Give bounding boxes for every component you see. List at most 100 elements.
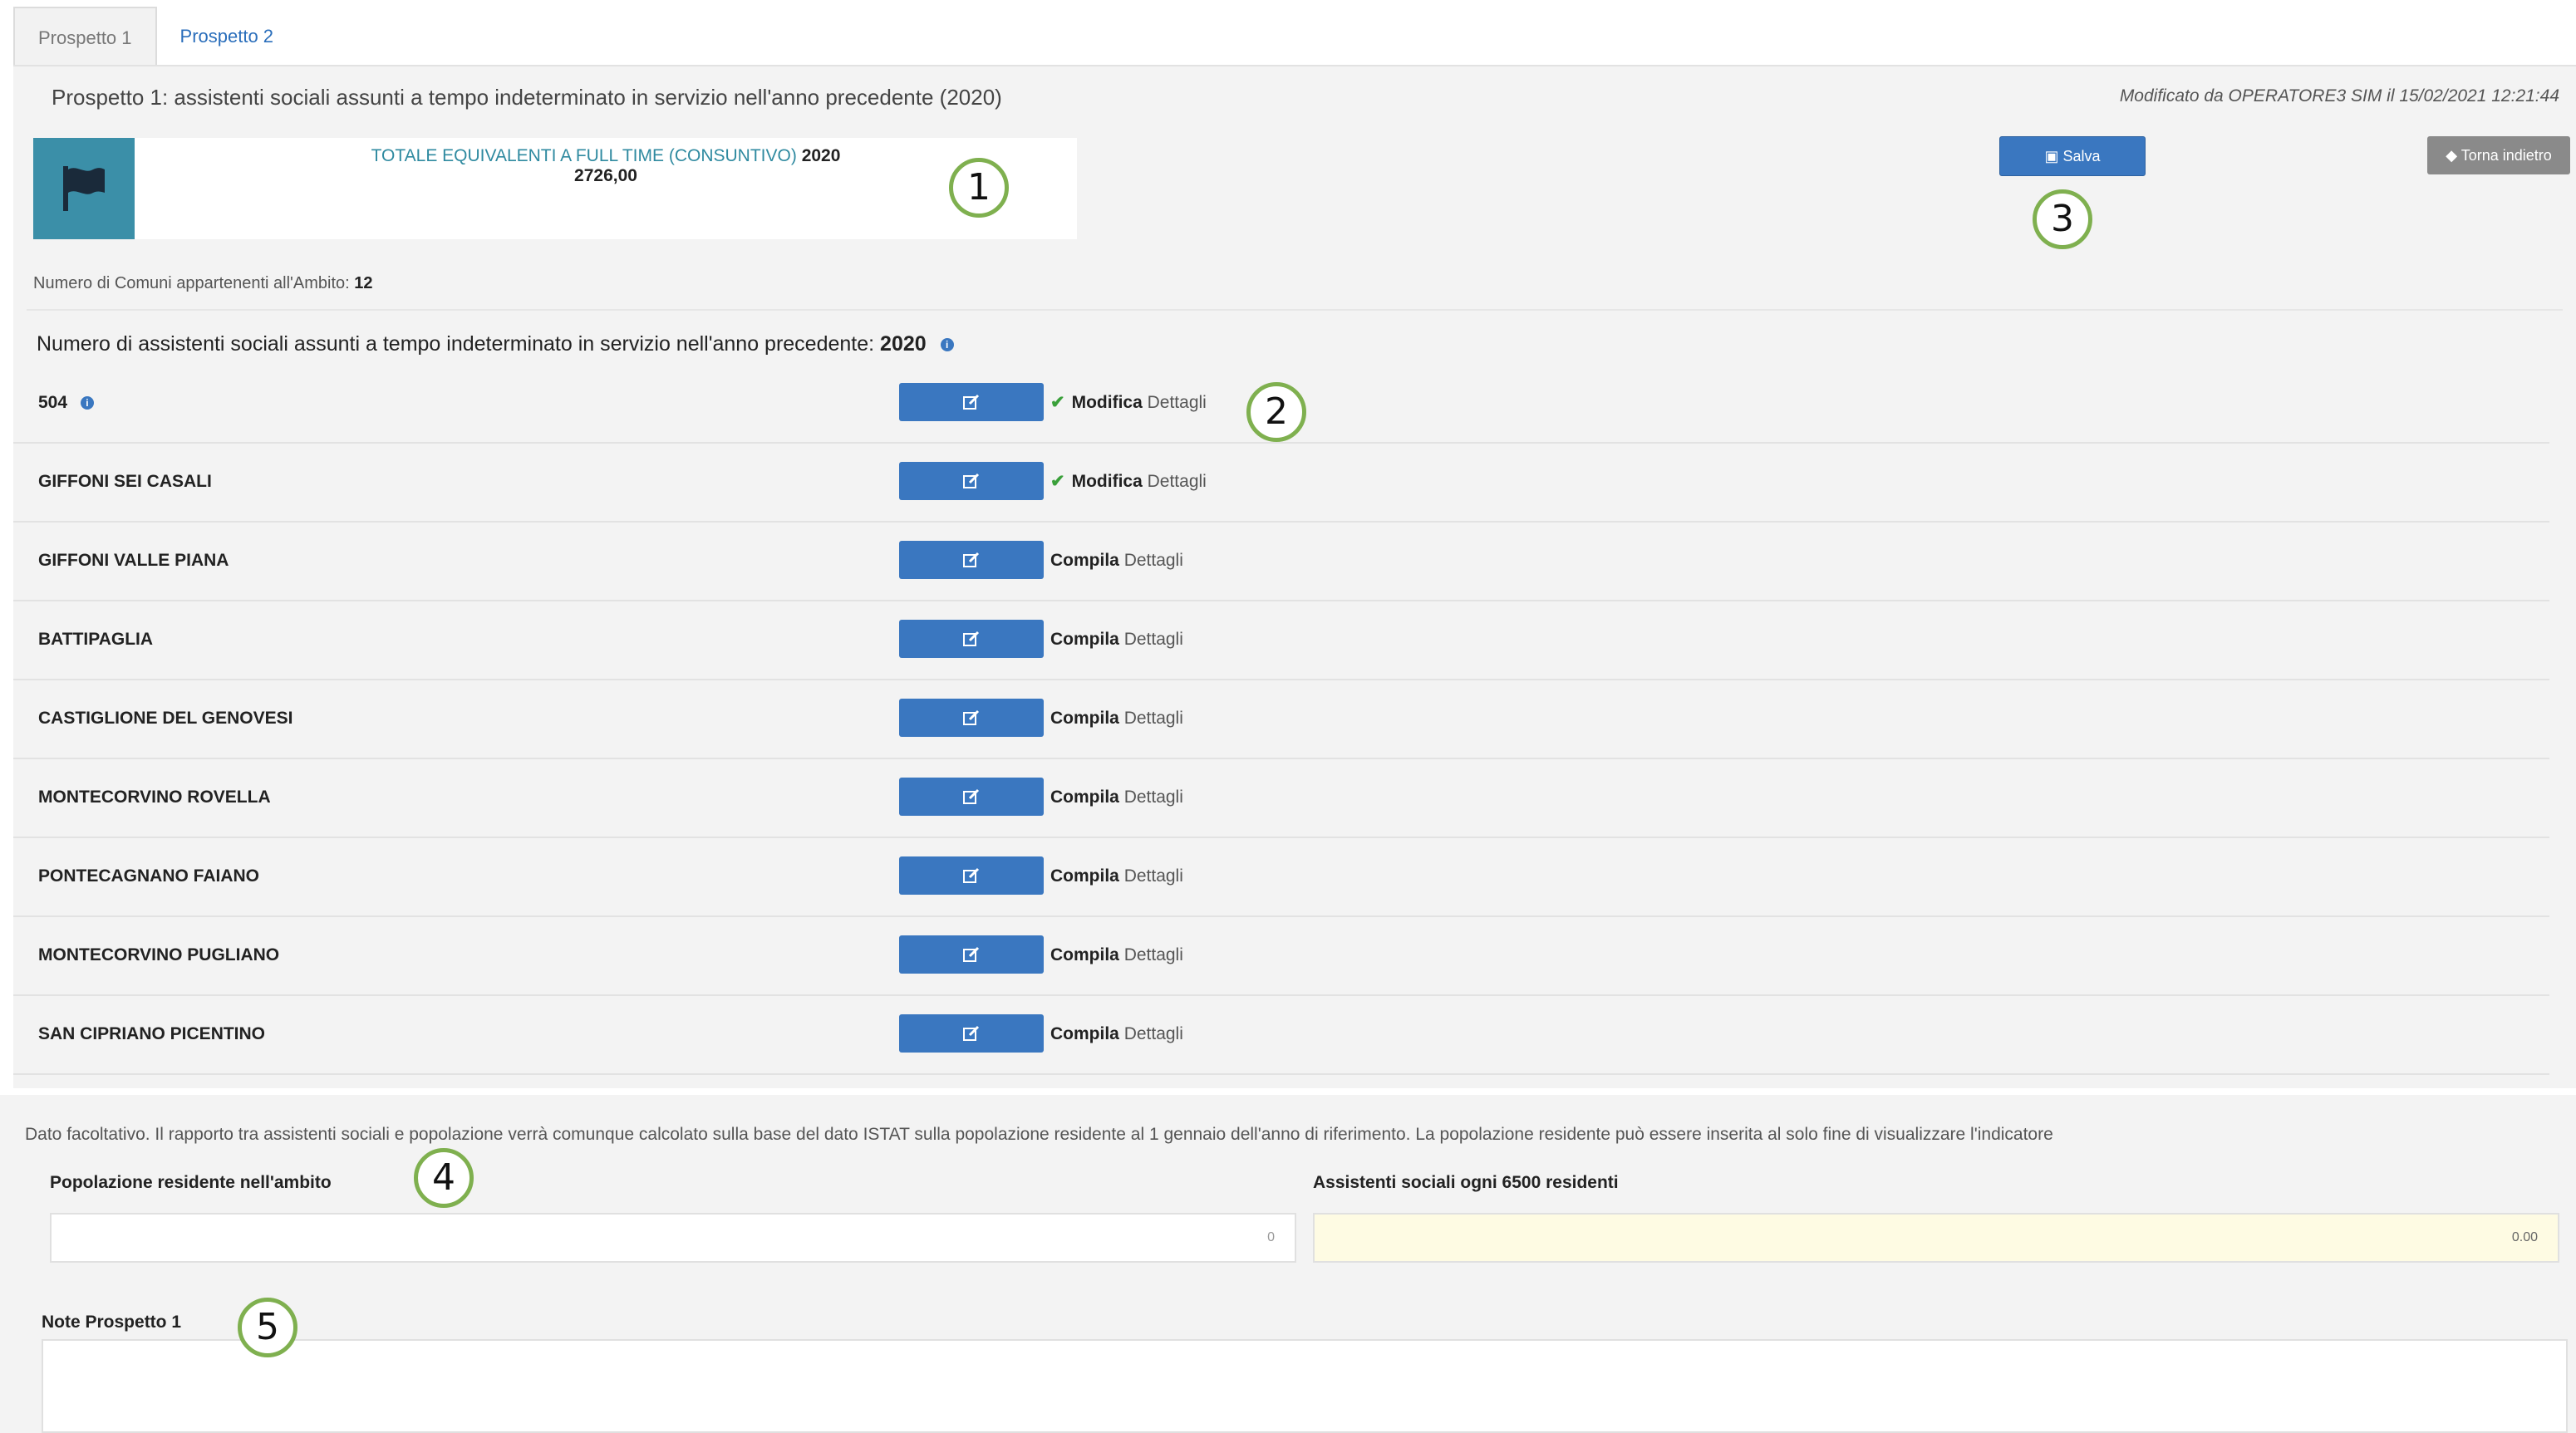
save-label: Salva: [2062, 148, 2101, 164]
lower-section: Dato facoltativo. Il rapporto tra assist…: [0, 1095, 2576, 1433]
save-icon: ▣: [2044, 148, 2063, 164]
details-link[interactable]: Dettagli: [1124, 709, 1183, 728]
back-button[interactable]: ◆ Torna indietro: [2427, 136, 2570, 174]
edit-icon: [963, 709, 980, 725]
edit-icon: [963, 946, 980, 962]
totale-year: 2020: [801, 146, 841, 165]
numero-comuni-label: Numero di Comuni appartenenti all'Ambito…: [33, 274, 350, 292]
comune-name: GIFFONI SEI CASALI: [38, 442, 212, 521]
edit-button[interactable]: [899, 541, 1044, 579]
tab-prospetto-2[interactable]: Prospetto 2: [157, 7, 297, 66]
comune-name-text: CASTIGLIONE DEL GENOVESI: [38, 709, 293, 728]
comune-name-text: GIFFONI SEI CASALI: [38, 472, 212, 491]
details-link[interactable]: Dettagli: [1124, 630, 1183, 649]
popolazione-input[interactable]: 0: [50, 1213, 1296, 1263]
back-arrow-icon: ◆: [2446, 147, 2461, 164]
edit-icon: [963, 394, 980, 410]
details-link[interactable]: Dettagli: [1124, 788, 1183, 807]
edit-button[interactable]: [899, 856, 1044, 895]
callout-4: 4: [414, 1148, 474, 1208]
callout-5: 5: [238, 1298, 297, 1357]
comune-name: MONTECORVINO PUGLIANO: [38, 915, 279, 994]
callout-1: 1: [949, 158, 1009, 218]
info-icon[interactable]: i: [940, 338, 954, 352]
flag-icon: [33, 138, 135, 239]
row-action-label: Compila: [1050, 788, 1119, 807]
list-item: GIFFONI SEI CASALI ✔ Modifica Dettagli: [13, 442, 2549, 523]
comune-name: GIFFONI VALLE PIANA: [38, 521, 229, 600]
details-link[interactable]: Dettagli: [1124, 866, 1183, 886]
totale-value: 2726,00: [574, 166, 637, 185]
row-status: Compila Dettagli: [1050, 679, 1183, 758]
check-icon: ✔: [1050, 472, 1065, 491]
callout-3: 3: [2033, 189, 2092, 249]
row-action-label: Compila: [1050, 630, 1119, 649]
comune-name: PONTECAGNANO FAIANO: [38, 837, 259, 915]
row-status: Compila Dettagli: [1050, 837, 1183, 915]
divider: [27, 309, 2563, 311]
row-action-label: Compila: [1050, 551, 1119, 570]
details-link[interactable]: Dettagli: [1148, 393, 1207, 412]
row-status: Compila Dettagli: [1050, 600, 1183, 679]
list-item: CASTIGLIONE DEL GENOVESI Compila Dettagli: [13, 679, 2549, 759]
section-year: 2020: [880, 332, 927, 356]
comune-name-text: MONTECORVINO ROVELLA: [38, 788, 271, 807]
comune-name: MONTECORVINO ROVELLA: [38, 758, 271, 837]
comune-name-text: 504: [38, 393, 68, 412]
edit-button[interactable]: [899, 778, 1044, 816]
row-status: Compila Dettagli: [1050, 915, 1183, 994]
edit-button[interactable]: [899, 699, 1044, 737]
comune-name-text: SAN CIPRIANO PICENTINO: [38, 1024, 266, 1043]
edit-button[interactable]: [899, 462, 1044, 500]
details-link[interactable]: Dettagli: [1148, 472, 1207, 491]
edit-button[interactable]: [899, 620, 1044, 658]
save-button[interactable]: ▣ Salva: [1999, 136, 2146, 176]
note-label: Note Prospetto 1: [42, 1313, 182, 1332]
back-label: Torna indietro: [2460, 147, 2552, 164]
edit-icon: [963, 473, 980, 488]
list-item: SAN CIPRIANO PICENTINO Compila Dettagli: [13, 994, 2549, 1075]
edit-icon: [963, 552, 980, 567]
tab-prospetto-1[interactable]: Prospetto 1: [13, 7, 157, 66]
comune-name-text: MONTECORVINO PUGLIANO: [38, 945, 280, 964]
details-link[interactable]: Dettagli: [1124, 551, 1183, 570]
assistenti-output: 0.00: [1313, 1213, 2559, 1263]
row-action-label: Modifica: [1071, 393, 1143, 412]
edit-icon: [963, 867, 980, 883]
info-icon[interactable]: i: [80, 396, 94, 410]
check-icon: ✔: [1050, 393, 1065, 412]
comune-name: CASTIGLIONE DEL GENOVESI: [38, 679, 293, 758]
edit-button[interactable]: [899, 383, 1044, 421]
totale-label: TOTALE EQUIVALENTI A FULL TIME (CONSUNTI…: [135, 146, 1077, 166]
page-title: Prospetto 1: assistenti sociali assunti …: [52, 85, 1002, 110]
callout-2: 2: [1246, 382, 1306, 442]
edit-icon: [963, 631, 980, 646]
edit-button[interactable]: [899, 935, 1044, 974]
row-action-label: Compila: [1050, 709, 1119, 728]
comune-name-text: PONTECAGNANO FAIANO: [38, 866, 260, 886]
comune-name: 504 i: [38, 363, 94, 442]
comune-name-text: BATTIPAGLIA: [38, 630, 154, 649]
details-link[interactable]: Dettagli: [1124, 1024, 1183, 1043]
totale-box: TOTALE EQUIVALENTI A FULL TIME (CONSUNTI…: [33, 138, 1077, 239]
row-action-label: Compila: [1050, 945, 1119, 964]
edit-icon: [963, 788, 980, 804]
optional-note: Dato facoltativo. Il rapporto tra assist…: [25, 1125, 2053, 1144]
row-status: ✔ Modifica Dettagli: [1050, 363, 1207, 442]
row-status: Compila Dettagli: [1050, 994, 1183, 1073]
modified-info: Modificato da OPERATORE3 SIM il 15/02/20…: [2119, 86, 2559, 106]
totale-label-text: TOTALE EQUIVALENTI A FULL TIME (CONSUNTI…: [371, 146, 797, 165]
edit-button[interactable]: [899, 1014, 1044, 1053]
details-link[interactable]: Dettagli: [1124, 945, 1183, 964]
section-heading: Numero di assistenti sociali assunti a t…: [37, 332, 954, 356]
list-item: BATTIPAGLIA Compila Dettagli: [13, 600, 2549, 680]
row-action-label: Modifica: [1071, 472, 1143, 491]
edit-icon: [963, 1025, 980, 1041]
row-status: ✔ Modifica Dettagli: [1050, 442, 1207, 521]
note-textarea[interactable]: [42, 1339, 2568, 1433]
list-item: GIFFONI VALLE PIANA Compila Dettagli: [13, 521, 2549, 601]
popolazione-label: Popolazione residente nell'ambito: [50, 1173, 332, 1192]
list-item: MONTECORVINO PUGLIANO Compila Dettagli: [13, 915, 2549, 996]
numero-comuni-count: 12: [354, 274, 373, 292]
tab-bar: Prospetto 1 Prospetto 2: [13, 7, 297, 66]
